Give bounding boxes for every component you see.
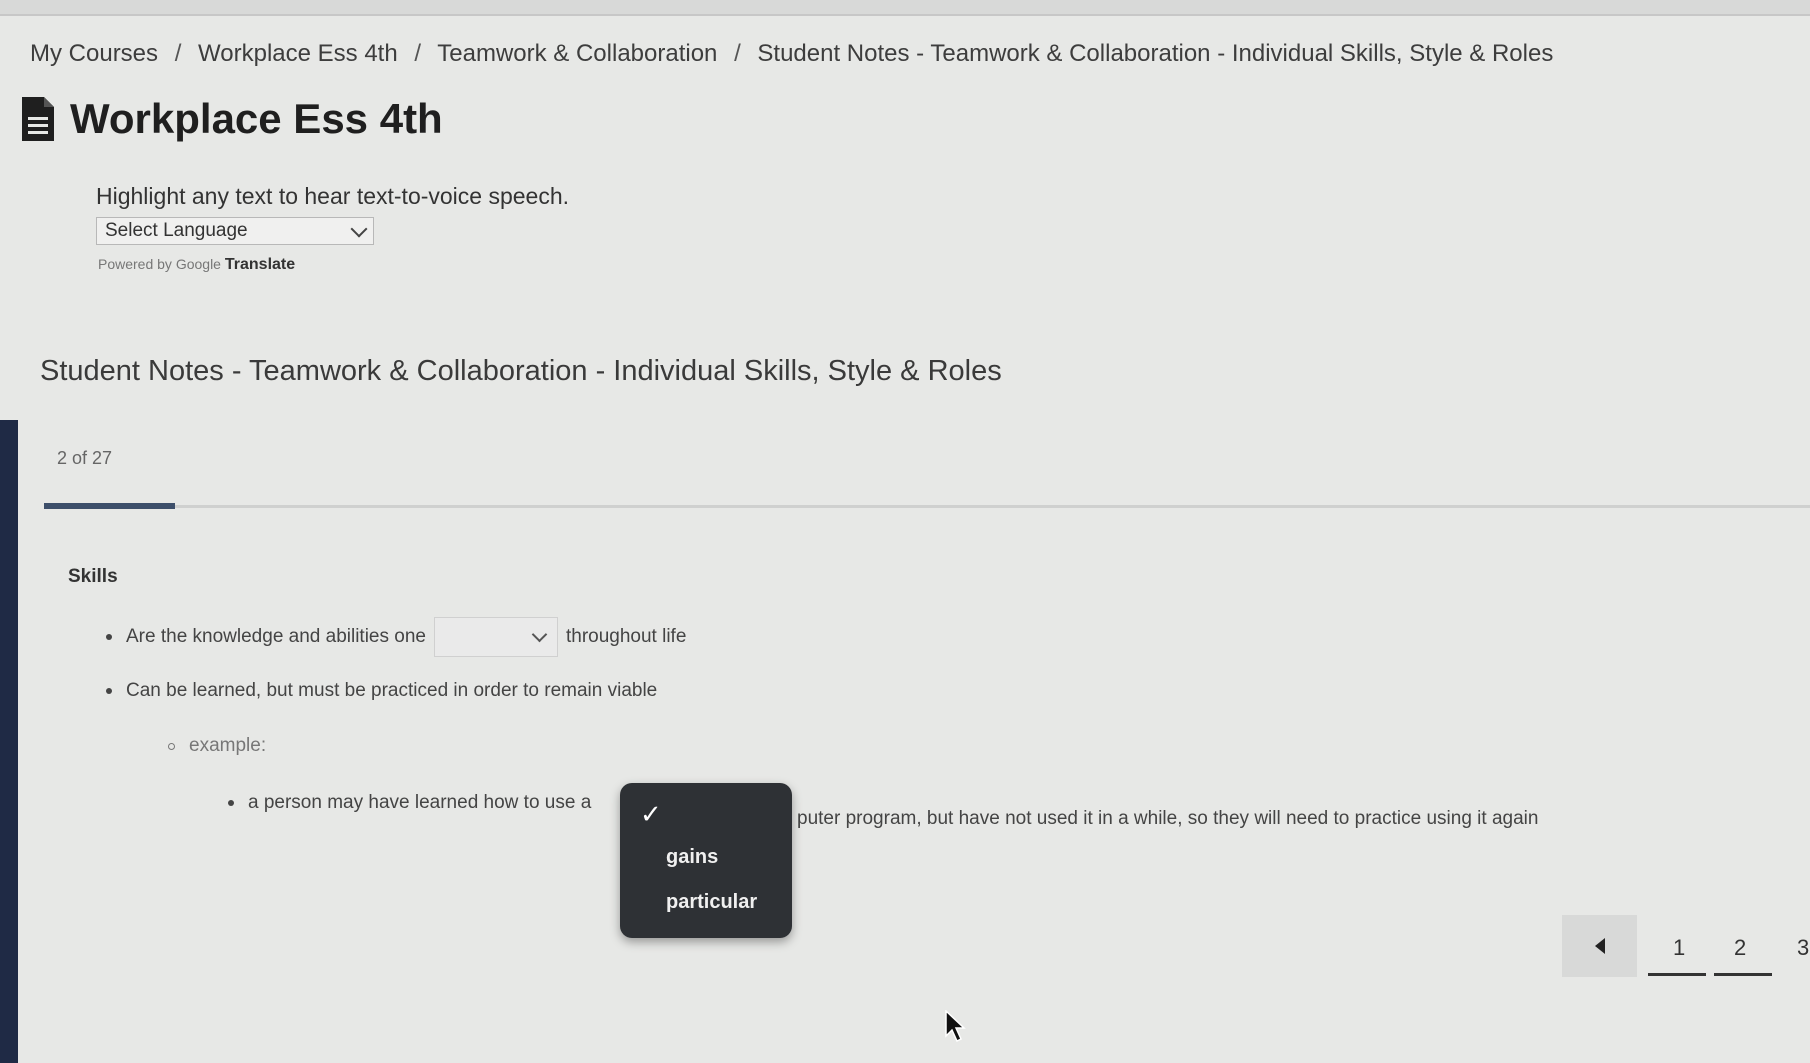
breadcrumb: My Courses / Workplace Ess 4th / Teamwor… [30, 40, 1553, 68]
breadcrumb-unit[interactable]: Teamwork & Collaboration [437, 40, 717, 67]
breadcrumb-separator: / [414, 40, 422, 67]
notes-heading: Skills [68, 566, 118, 587]
translate-link[interactable]: Translate [225, 256, 295, 273]
pagination-underline [1648, 973, 1706, 976]
check-icon: ✓ [640, 799, 662, 829]
language-select-value: Select Language [105, 220, 248, 241]
bullet-text: a person may have learned how to use a [248, 792, 592, 813]
bullet-text-after: throughout life [565, 626, 687, 647]
chevron-down-icon [531, 626, 548, 643]
bullet-text-after: puter program, but have not used it in a… [797, 808, 1539, 829]
dropdown-popup[interactable]: ✓ gains particular [620, 783, 792, 938]
bullet-dot [106, 634, 112, 640]
browser-top-edge [0, 0, 1810, 16]
bullet-text: Are the knowledge and abilities one [126, 626, 426, 647]
page-header: Workplace Ess 4th [20, 95, 443, 143]
progress-fill [44, 503, 175, 509]
pagination-underline-current [1714, 973, 1772, 976]
bullet-text: example: [189, 735, 267, 756]
tts-hint: Highlight any text to hear text-to-voice… [96, 183, 570, 209]
page-count: 2 of 27 [57, 448, 113, 468]
lesson-title: Student Notes - Teamwork & Collaboration… [40, 355, 1002, 387]
list-item: Can be learned, but must be practiced in… [106, 680, 657, 702]
pagination-page-2[interactable]: 2 [1734, 935, 1746, 961]
page-title: Workplace Ess 4th [70, 95, 443, 142]
pagination-page-1[interactable]: 1 [1673, 935, 1685, 961]
pagination-prev-button[interactable] [1562, 915, 1637, 977]
chevron-down-icon [350, 220, 368, 238]
caret-left-icon [1594, 938, 1605, 954]
breadcrumb-course[interactable]: Workplace Ess 4th [198, 40, 398, 67]
bullet-dot [168, 742, 175, 750]
dropdown-option-gains[interactable]: gains [666, 846, 718, 869]
list-item: example: [168, 735, 266, 757]
breadcrumb-my-courses[interactable]: My Courses [30, 40, 158, 67]
powered-by-label: Powered by [98, 256, 172, 272]
list-item: a person may have learned how to use a [228, 792, 591, 814]
list-item: Are the knowledge and abilities one thro… [106, 617, 686, 657]
language-select[interactable]: Select Language [96, 217, 374, 245]
document-icon [20, 95, 56, 143]
breadcrumb-separator: / [734, 40, 741, 67]
pagination-page-3[interactable]: 3 [1797, 935, 1809, 961]
progress-track [44, 505, 1810, 508]
bullet-text: Can be learned, but must be practiced in… [126, 680, 658, 701]
bullet-dot [106, 688, 112, 694]
google-logo: Google [175, 256, 221, 272]
list-item-continuation: puter program, but have not used it in a… [797, 808, 1538, 830]
dropdown-option-particular[interactable]: particular [666, 891, 757, 914]
bullet-dot [228, 800, 234, 806]
powered-by-google: Powered by Google Translate [98, 256, 295, 274]
left-nav-strip [0, 420, 18, 1063]
breadcrumb-separator: / [174, 40, 182, 67]
blank-dropdown[interactable] [433, 617, 558, 657]
breadcrumb-current[interactable]: Student Notes - Teamwork & Collaboration… [757, 40, 1553, 67]
